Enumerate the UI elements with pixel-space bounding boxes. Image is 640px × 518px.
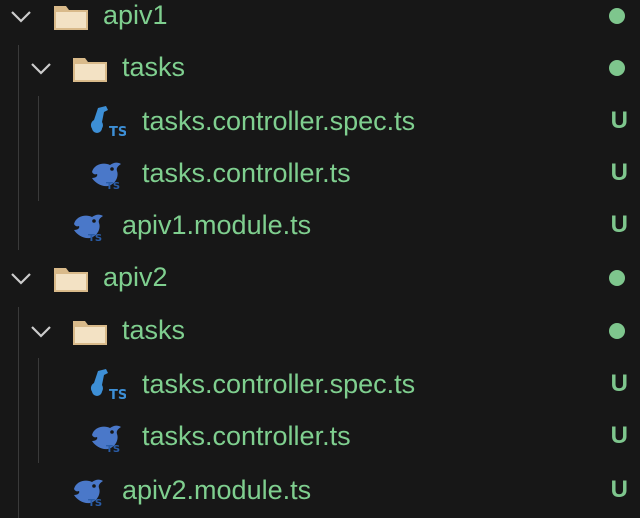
untracked-status: U [610, 211, 628, 238]
tree-item-label: tasks.controller.spec.ts [142, 106, 416, 136]
tree-item-label: apiv1.module.ts [122, 210, 312, 240]
folder-icon [54, 6, 88, 30]
tree-item-label: tasks [122, 315, 186, 345]
tree-item-folder-tasks[interactable]: tasks [0, 305, 640, 357]
untracked-status: U [610, 476, 628, 503]
chevron-down-icon[interactable] [7, 264, 35, 292]
modified-dot [609, 8, 625, 24]
untracked-status: U [610, 159, 628, 186]
file-explorer-tree: apiv1 tasks TS tasks.controller.spec.ts … [0, 0, 640, 518]
nestjs-file-icon: TS [74, 479, 103, 509]
svg-text:TS: TS [109, 388, 126, 403]
svg-text:TS: TS [109, 125, 126, 140]
folder-icon [73, 321, 107, 345]
tree-item-label: tasks.controller.ts [142, 421, 351, 451]
tree-item-label: tasks.controller.spec.ts [142, 369, 416, 399]
tree-item-file-controller[interactable]: TS tasks.controller.ts U [0, 411, 640, 463]
svg-text:TS: TS [106, 181, 120, 192]
untracked-status: U [610, 107, 628, 134]
svg-text:TS: TS [106, 444, 120, 455]
svg-text:TS: TS [88, 233, 102, 244]
folder-icon [73, 58, 107, 82]
tree-item-label: apiv2 [103, 262, 168, 292]
test-file-icon: TS [90, 369, 126, 403]
tree-item-file-spec[interactable]: TS tasks.controller.spec.ts U [0, 359, 640, 411]
tree-item-folder-tasks[interactable]: tasks [0, 42, 640, 94]
tree-item-file-module[interactable]: TS apiv2.module.ts U [0, 465, 640, 517]
untracked-status: U [610, 422, 628, 449]
chevron-down-icon[interactable] [27, 317, 55, 345]
test-file-icon: TS [90, 106, 126, 140]
tree-item-folder-apiv2[interactable]: apiv2 [0, 252, 640, 304]
tree-item-file-module[interactable]: TS apiv1.module.ts U [0, 200, 640, 252]
chevron-down-icon[interactable] [7, 2, 35, 30]
folder-icon [54, 268, 88, 292]
tree-item-folder-apiv1[interactable]: apiv1 [0, 0, 640, 42]
untracked-status: U [610, 370, 628, 397]
tree-item-label: tasks [122, 52, 186, 82]
modified-dot [609, 60, 625, 76]
tree-item-file-spec[interactable]: TS tasks.controller.spec.ts U [0, 96, 640, 148]
chevron-down-icon[interactable] [27, 54, 55, 82]
nestjs-file-icon: TS [92, 425, 121, 455]
modified-dot [609, 270, 625, 286]
nestjs-file-icon: TS [74, 214, 103, 244]
modified-dot [609, 323, 625, 339]
nestjs-file-icon: TS [92, 162, 121, 192]
tree-item-label: apiv1 [103, 0, 168, 30]
svg-text:TS: TS [88, 498, 102, 509]
tree-item-file-controller[interactable]: TS tasks.controller.ts U [0, 148, 640, 200]
tree-item-label: tasks.controller.ts [142, 158, 351, 188]
tree-item-label: apiv2.module.ts [122, 475, 312, 505]
